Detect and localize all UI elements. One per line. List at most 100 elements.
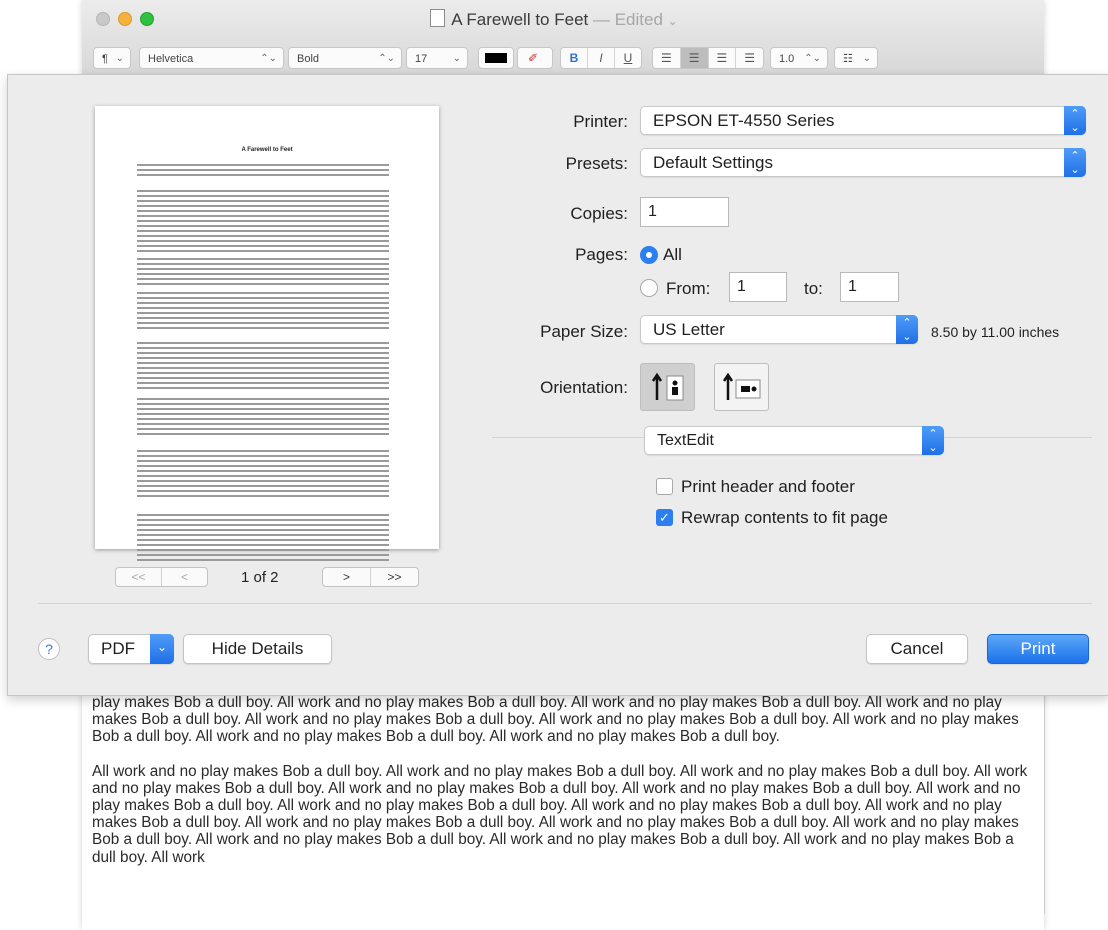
font-style-popup[interactable]: Bold ⌃⌄ (288, 47, 402, 69)
header-footer-checkbox[interactable] (656, 478, 673, 495)
preview-text-line (137, 342, 389, 344)
preview-text-line (137, 418, 389, 420)
preview-text-line (137, 465, 389, 467)
preview-text-line (137, 549, 389, 551)
preview-text-line (137, 382, 389, 384)
rewrap-checkbox[interactable]: ✓ (656, 509, 673, 526)
font-traits-segment[interactable]: B I U (560, 47, 642, 69)
checkmark-icon: ✓ (659, 510, 670, 525)
preview-text-line (137, 352, 389, 354)
preview-text-line (137, 372, 389, 374)
preview-text-line (137, 460, 389, 462)
preview-text-line (137, 195, 389, 197)
hide-details-button[interactable]: Hide Details (183, 634, 332, 664)
preview-text-line (137, 258, 389, 260)
document-icon (430, 9, 446, 27)
preview-text-line (137, 534, 389, 536)
chevron-down-icon: ⌄ (862, 53, 871, 64)
previous-page-button[interactable]: < (161, 568, 207, 586)
landscape-orientation-button[interactable] (714, 363, 769, 411)
edited-indicator[interactable]: — Edited (593, 10, 663, 29)
pages-to-field[interactable]: 1 (840, 272, 899, 302)
cancel-button[interactable]: Cancel (866, 634, 968, 664)
justify-icon[interactable]: ☰ (736, 48, 763, 68)
font-style-label: Bold (297, 53, 320, 65)
paper-size-popup[interactable]: US Letter ⌃ ⌄ (640, 315, 918, 344)
orientation-label: Orientation: (540, 378, 628, 397)
preview-text-line (137, 398, 389, 400)
alignment-segment[interactable]: ☰ ☰ ☰ ☰ (652, 47, 764, 69)
preview-text-line (137, 302, 389, 304)
underline-button[interactable]: U (615, 48, 641, 68)
preview-text-line (137, 403, 389, 405)
preview-text-line (137, 423, 389, 425)
paragraph-style-label: ¶ (102, 53, 108, 65)
title-chevron-icon[interactable]: ⌄ (668, 14, 678, 28)
align-left-icon[interactable]: ☰ (653, 48, 681, 68)
preview-forward-buttons[interactable]: > >> (322, 567, 419, 587)
preview-text-line (137, 480, 389, 482)
preview-text-line (137, 347, 389, 349)
list-bullet-icon: ☷ (843, 53, 853, 65)
updown-icon: ⌃⌄ (896, 315, 918, 344)
copies-field[interactable]: 1 (640, 197, 729, 227)
preview-back-buttons[interactable]: << < (115, 567, 208, 587)
preview-text-line (137, 490, 389, 492)
print-button[interactable]: Print (987, 634, 1089, 664)
preview-text-line (137, 529, 389, 531)
highlight-color-well[interactable]: ✐ (517, 47, 553, 69)
chevron-down-icon: ⌄ (115, 53, 124, 64)
line-spacing-popup[interactable]: 1.0 ⌃⌄ (770, 47, 828, 69)
preview-text-line (137, 174, 389, 176)
paragraph-style-popup[interactable]: ¶ ⌄ (93, 47, 131, 69)
first-page-button[interactable]: << (116, 568, 161, 586)
preview-text-line (137, 559, 389, 561)
pen-icon: ✐ (528, 51, 539, 65)
preview-text-line (137, 524, 389, 526)
pages-all-radio[interactable] (640, 246, 658, 264)
app-section-value: TextEdit (657, 432, 714, 449)
line-spacing-label: 1.0 (779, 53, 795, 65)
preview-text-line (137, 235, 389, 237)
pages-label: Pages: (575, 245, 628, 264)
portrait-orientation-button[interactable] (640, 363, 695, 411)
preview-text-line (137, 519, 389, 521)
preview-text-line (137, 327, 389, 329)
text-color-well[interactable] (478, 47, 514, 69)
page-preview: A Farewell to Feet (95, 106, 439, 561)
chevron-down-icon: ⌄ (452, 53, 461, 64)
copies-label: Copies: (570, 204, 628, 223)
font-size-combo[interactable]: 17 ⌄ (406, 47, 468, 69)
app-section-popup[interactable]: TextEdit ⌃ ⌄ (644, 426, 944, 455)
window-title: A Farewell to Feet — Edited ⌄ (0, 9, 1108, 30)
presets-popup[interactable]: Default Settings ⌃ ⌄ (640, 148, 1086, 177)
pages-from-field[interactable]: 1 (729, 272, 787, 302)
preview-text-line (137, 190, 389, 192)
list-style-popup[interactable]: ☷ ⌄ (834, 47, 878, 69)
italic-button[interactable]: I (588, 48, 615, 68)
align-right-icon[interactable]: ☰ (709, 48, 737, 68)
preview-text-line (137, 273, 389, 275)
last-page-button[interactable]: >> (370, 568, 418, 586)
font-family-popup[interactable]: Helvetica ⌃⌄ (139, 47, 284, 69)
presets-value: Default Settings (653, 153, 774, 172)
preview-text-line (137, 450, 389, 452)
pages-from-radio[interactable] (640, 279, 658, 297)
preview-text-line (137, 362, 389, 364)
align-center-icon[interactable]: ☰ (680, 48, 709, 68)
preview-page-title: A Farewell to Feet (241, 147, 293, 153)
preview-text-line (137, 278, 389, 280)
document-body[interactable]: play makes Bob a dull boy. All work and … (92, 694, 1028, 883)
font-family-label: Helvetica (148, 53, 194, 65)
preview-text-line (137, 292, 389, 294)
bold-button[interactable]: B (561, 48, 588, 68)
pdf-menu-button[interactable]: PDF ⌄ (88, 634, 174, 664)
document-paragraph: play makes Bob a dull boy. All work and … (92, 694, 1019, 746)
printer-value: EPSON ET-4550 Series (653, 111, 835, 130)
preview-text-line (137, 317, 389, 319)
updown-icon: ⌃⌄ (922, 426, 944, 455)
preview-text-line (137, 514, 389, 516)
help-button[interactable]: ? (38, 638, 60, 660)
printer-popup[interactable]: EPSON ET-4550 Series ⌃ ⌄ (640, 106, 1086, 135)
next-page-button[interactable]: > (323, 568, 370, 586)
